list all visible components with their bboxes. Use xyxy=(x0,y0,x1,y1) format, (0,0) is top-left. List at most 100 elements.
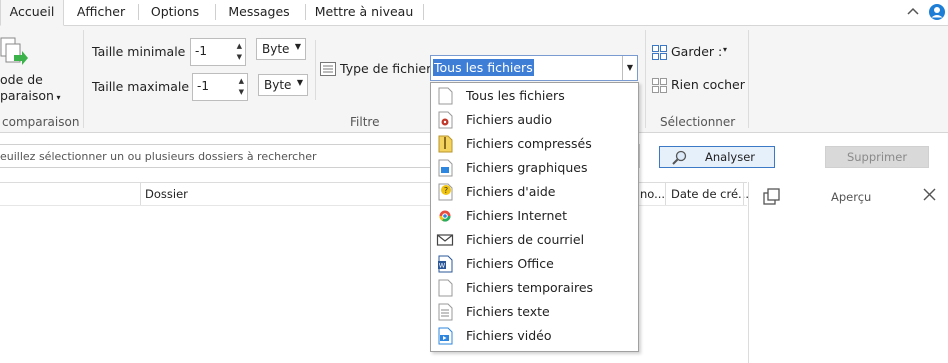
svg-text:W: W xyxy=(439,262,446,270)
stepper-down-icon[interactable]: ▼ xyxy=(239,88,244,96)
image-file-icon xyxy=(438,159,453,177)
stepper-up-icon[interactable]: ▲ xyxy=(239,77,244,85)
max-size-stepper[interactable]: -1 ▲ ▼ xyxy=(192,73,248,101)
zip-file-icon xyxy=(438,135,453,153)
stepper-down-icon[interactable]: ▼ xyxy=(237,53,242,61)
collapse-ribbon-icon[interactable] xyxy=(907,6,919,16)
comparison-mode-label-1: ode de xyxy=(0,72,43,87)
max-unit-select[interactable]: Byte ▼ xyxy=(258,74,308,96)
file-type-select[interactable]: Tous les fichiers ▼ xyxy=(430,55,638,81)
select-group-label: Sélectionner xyxy=(660,115,736,129)
uncheck-label: Rien cocher xyxy=(671,77,745,92)
tab-accueil[interactable]: Accueil xyxy=(0,0,64,26)
column-separator[interactable] xyxy=(743,183,744,205)
file-type-option-office[interactable]: W Fichiers Office xyxy=(431,252,638,276)
option-label: Fichiers audio xyxy=(466,112,552,127)
tab-separator xyxy=(138,4,139,20)
file-type-option-email[interactable]: Fichiers de courriel xyxy=(431,228,638,252)
min-unit-select[interactable]: Byte ▼ xyxy=(256,38,306,60)
file-type-label: Type de fichier xyxy=(340,61,432,76)
help-file-icon: ? xyxy=(438,183,453,201)
file-type-option-audio[interactable]: Fichiers audio xyxy=(431,108,638,132)
close-icon[interactable] xyxy=(923,188,936,201)
chevron-down-icon: ▼ xyxy=(294,42,301,51)
comparison-mode-label-2: paraison ▾ xyxy=(0,88,61,103)
file-type-option-temp[interactable]: Fichiers temporaires xyxy=(431,276,638,300)
search-icon xyxy=(672,150,687,165)
tab-separator xyxy=(423,4,424,20)
tab-afficher[interactable]: Afficher xyxy=(66,0,136,25)
popout-icon[interactable] xyxy=(763,188,781,206)
file-type-option-internet[interactable]: Fichiers Internet xyxy=(431,204,638,228)
option-label: Fichiers graphiques xyxy=(466,160,588,175)
min-unit-value: Byte xyxy=(262,42,290,56)
tab-bar: Accueil Afficher Options Messages Mettre… xyxy=(0,0,948,26)
group-separator xyxy=(83,30,84,128)
blank-file-icon xyxy=(438,87,453,105)
file-type-option-help[interactable]: ? Fichiers d'aide xyxy=(431,180,638,204)
tab-mettre-a-niveau[interactable]: Mettre à niveau xyxy=(308,0,420,25)
column-header-folder[interactable]: Dossier xyxy=(145,187,188,201)
option-label: Fichiers texte xyxy=(466,304,550,319)
chevron-down-icon: ▼ xyxy=(296,78,303,87)
uncheck-grid-icon xyxy=(652,78,667,93)
option-label: Fichiers d'aide xyxy=(466,184,556,199)
file-type-option-graphics[interactable]: Fichiers graphiques xyxy=(431,156,638,180)
video-file-icon xyxy=(438,327,453,345)
filter-group-label: Filtre xyxy=(350,115,380,129)
file-type-option-video[interactable]: Fichiers vidéo xyxy=(431,324,638,348)
comparison-mode-button[interactable]: ode de paraison ▾ xyxy=(0,30,61,110)
file-type-option-compressed[interactable]: Fichiers compressés xyxy=(431,132,638,156)
preview-panel: Aperçu xyxy=(748,182,948,363)
tab-options[interactable]: Options xyxy=(140,0,210,25)
option-label: Fichiers compressés xyxy=(466,136,592,151)
folder-path-placeholder: euillez sélectionner un ou plusieurs dos… xyxy=(0,150,317,163)
column-separator[interactable] xyxy=(665,183,666,205)
audio-file-icon xyxy=(438,111,453,129)
group-separator xyxy=(748,30,749,128)
column-separator[interactable] xyxy=(140,183,141,205)
option-label: Fichiers de courriel xyxy=(466,232,585,247)
file-type-option-text[interactable]: Fichiers texte xyxy=(431,300,638,324)
option-label: Fichiers vidéo xyxy=(466,328,552,343)
analyze-button[interactable]: Analyser xyxy=(659,146,775,168)
analyze-label: Analyser xyxy=(705,150,755,164)
file-type-dropdown: Tous les fichiers Fichiers audio Fichier… xyxy=(430,82,639,352)
min-size-label: Taille minimale : xyxy=(92,44,194,59)
word-file-icon: W xyxy=(438,255,453,273)
option-label: Fichiers Office xyxy=(466,256,554,271)
file-type-option-all[interactable]: Tous les fichiers xyxy=(431,84,638,108)
group-separator xyxy=(315,40,316,100)
help-user-icon[interactable] xyxy=(928,3,946,21)
max-unit-value: Byte xyxy=(264,78,292,92)
blank-file-icon xyxy=(438,279,453,297)
comparison-group-label: comparaison xyxy=(2,115,80,129)
tab-separator xyxy=(215,4,216,20)
compare-files-icon xyxy=(0,37,28,65)
min-size-stepper[interactable]: -1 ▲ ▼ xyxy=(190,38,246,66)
option-label: Fichiers Internet xyxy=(466,208,567,223)
max-size-label: Taille maximale : xyxy=(92,79,198,94)
keep-grid-icon xyxy=(652,45,667,60)
envelope-icon xyxy=(436,234,454,246)
delete-button[interactable]: Supprimer xyxy=(825,146,929,168)
option-label: Tous les fichiers xyxy=(466,88,565,103)
column-header-date[interactable]: Date de cré... xyxy=(671,187,749,201)
file-type-list-icon xyxy=(320,62,336,76)
max-size-value: -1 xyxy=(197,79,209,93)
keep-label: Garder : xyxy=(671,44,723,59)
chevron-down-icon: ▾ xyxy=(723,45,728,54)
chrome-icon xyxy=(439,210,451,222)
keep-button[interactable]: Garder : ▾ xyxy=(652,44,742,62)
tab-messages[interactable]: Messages xyxy=(218,0,300,25)
file-type-selected-value: Tous les fichiers xyxy=(433,59,534,76)
option-label: Fichiers temporaires xyxy=(466,280,594,295)
uncheck-all-button[interactable]: Rien cocher xyxy=(652,77,747,95)
text-file-icon xyxy=(438,303,453,321)
svg-text:?: ? xyxy=(444,186,448,195)
group-separator xyxy=(645,30,646,128)
chevron-down-icon[interactable]: ▼ xyxy=(622,56,637,80)
tab-separator xyxy=(305,4,306,20)
column-header-name[interactable]: no... xyxy=(640,187,665,201)
stepper-up-icon[interactable]: ▲ xyxy=(237,42,242,50)
